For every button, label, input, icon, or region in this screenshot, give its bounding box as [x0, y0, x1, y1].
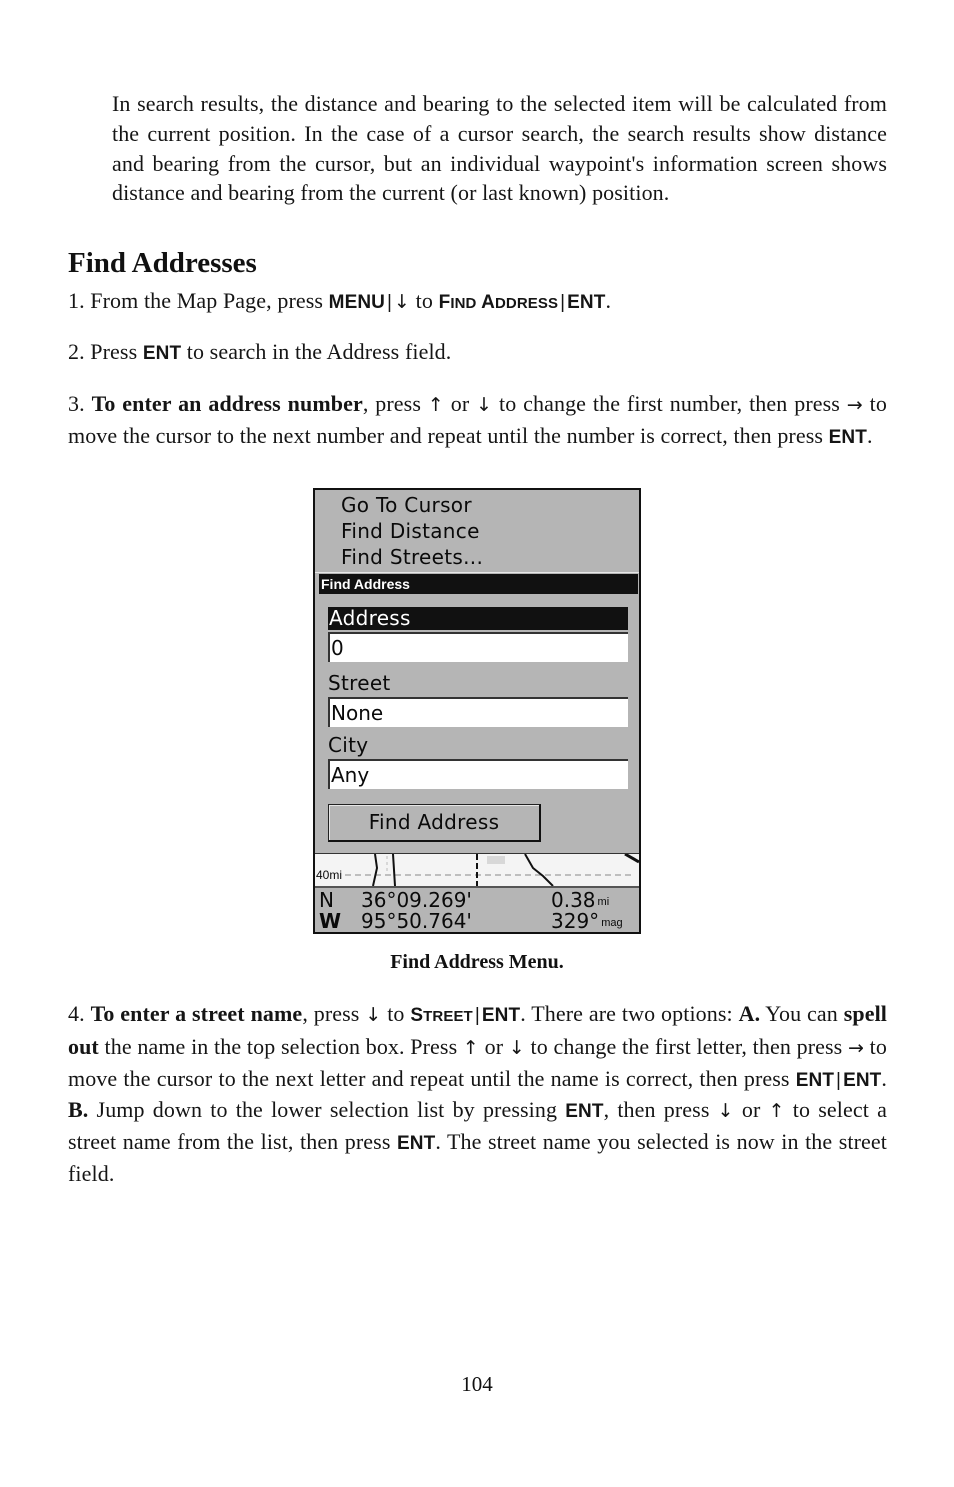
key-ent: ENT	[142, 343, 182, 364]
key-ent: ENT	[481, 1005, 521, 1026]
key-find-address: FIND ADDRESS	[438, 292, 559, 313]
arrow-down-icon: ↓	[394, 291, 411, 313]
arrow-right-icon: →	[847, 1036, 865, 1059]
key-ent: ENT	[828, 426, 867, 448]
key-ent: ENT	[567, 292, 606, 313]
arrow-right-icon: →	[846, 394, 863, 416]
menu-item-go-to-cursor[interactable]: Go To Cursor	[341, 493, 472, 517]
status-bar: N W 36°09.269' 95°50.764' 0.38 mi 329° mag	[315, 886, 639, 932]
north-label: N	[319, 888, 334, 912]
intro-paragraph: In search results, the distance and bear…	[112, 91, 887, 206]
page-number: 104	[461, 1372, 493, 1396]
key-menu: MENU	[328, 292, 385, 313]
find-address-title-bar: Find Address	[319, 574, 638, 594]
find-address-button[interactable]: Find Address	[328, 804, 541, 842]
step-4: 4. To enter a street name, press ↓ to ST…	[68, 1001, 888, 1186]
menu-item-find-distance[interactable]: Find Distance	[341, 519, 480, 543]
arrow-down-icon: ↓	[508, 1036, 525, 1059]
find-address-panel: Address 0 Street None City Any Find Addr…	[318, 597, 640, 854]
step-2: 2. Press ENT to search in the Address fi…	[68, 339, 452, 364]
step-1: 1. From the Map Page, press MENU | ↓ to FI…	[68, 288, 612, 313]
map-strip[interactable]: 40mi	[315, 854, 639, 886]
arrow-up-icon: ↑	[768, 1100, 785, 1123]
bearing: 329° mag	[551, 909, 623, 933]
section-heading: Find Addresses	[68, 247, 257, 279]
key-ent: ENT	[565, 1101, 604, 1123]
arrow-up-icon: ↑	[462, 1036, 479, 1059]
key-ent: ENT	[397, 1133, 436, 1155]
map-scale: 40mi	[316, 868, 343, 882]
arrow-down-icon: ↓	[476, 394, 493, 416]
city-field[interactable]: Any	[328, 759, 628, 789]
street-label: Street	[328, 671, 391, 695]
step-3: 3. To enter an address number, press ↑ o…	[68, 391, 887, 448]
arrow-down-icon: ↓	[365, 1004, 382, 1026]
key-street: STREET	[410, 1005, 473, 1026]
city-label: City	[328, 733, 369, 757]
address-label[interactable]: Address	[328, 607, 628, 630]
arrow-up-icon: ↑	[427, 394, 444, 416]
device-screenshot: Go To Cursor Find Distance Find Streets.…	[313, 488, 641, 934]
menu-item-find-streets[interactable]: Find Streets...	[341, 545, 483, 569]
west-label: W	[319, 909, 342, 933]
key-ent: ENT	[795, 1069, 835, 1091]
map-lines	[345, 854, 639, 886]
key-ent: ENT	[843, 1069, 882, 1091]
distance: 0.38 mi	[551, 888, 610, 912]
longitude: 95°50.764'	[361, 909, 472, 933]
latitude: 36°09.269'	[361, 888, 472, 912]
arrow-down-icon: ↓	[717, 1100, 734, 1123]
street-field[interactable]: None	[328, 697, 628, 727]
address-field[interactable]: 0	[328, 632, 628, 662]
figure-caption: Find Address Menu.	[390, 951, 564, 973]
menu-divider	[315, 572, 639, 573]
